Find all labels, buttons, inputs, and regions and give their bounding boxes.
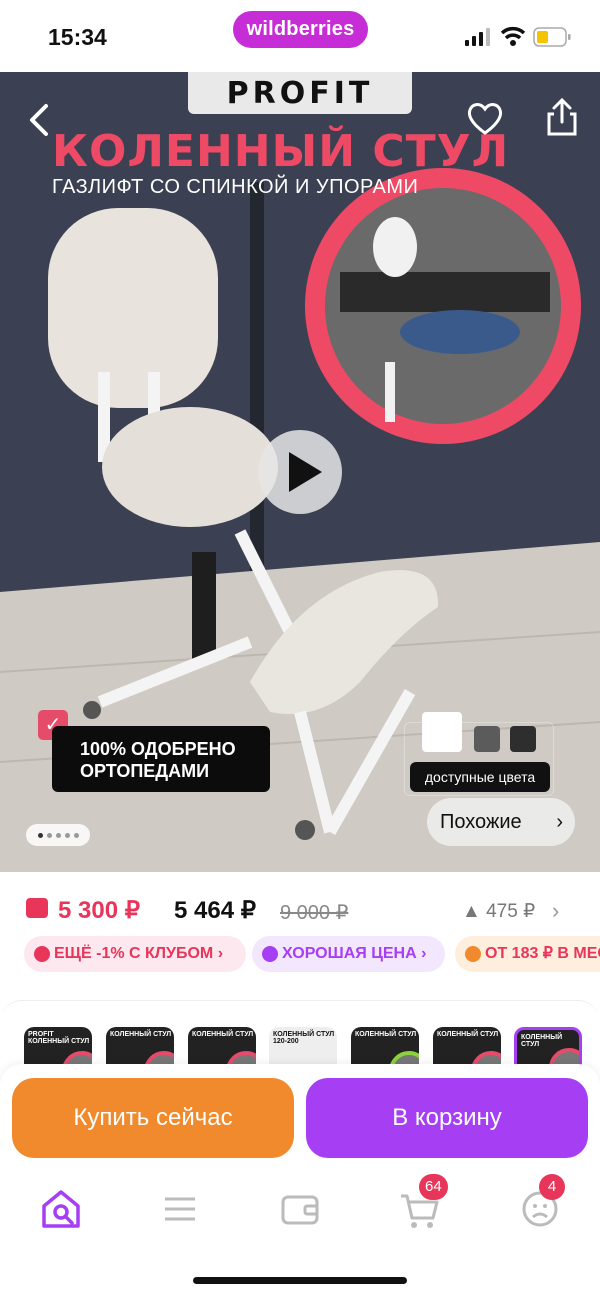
chip-label: ОТ 183 ₽ В МЕС xyxy=(485,945,600,962)
profile-badge: 4 xyxy=(539,1174,565,1200)
similar-label: Похожие xyxy=(440,811,522,833)
home-indicator[interactable] xyxy=(193,1277,407,1284)
percent-icon xyxy=(465,946,481,962)
action-bar: Купить сейчас В корзину 64 4 xyxy=(0,1064,600,1297)
price-section: 5 300 ₽ 5 464 ₽ 9 000 ₽ ▲ 475 ₽ › ЕЩЁ -1… xyxy=(0,872,600,1000)
menu-icon[interactable] xyxy=(155,1184,205,1234)
chevron-right-icon: › xyxy=(556,811,563,833)
wallet-icon xyxy=(26,898,48,918)
colors-label: доступные цвета xyxy=(410,762,550,792)
home-search-icon[interactable] xyxy=(36,1184,86,1234)
buy-now-button[interactable]: Купить сейчас xyxy=(12,1078,294,1158)
color-swatch-white[interactable] xyxy=(422,712,462,752)
signal-icon xyxy=(465,28,490,46)
color-swatch-gray[interactable] xyxy=(474,726,500,752)
gallery-pagination xyxy=(26,824,90,846)
color-swatch-dark[interactable] xyxy=(510,726,536,752)
status-bar: 15:34 wildberries xyxy=(0,0,600,72)
thumbs-up-icon xyxy=(262,946,278,962)
play-video-button[interactable] xyxy=(258,430,342,514)
share-icon[interactable] xyxy=(544,96,580,138)
chevron-right-icon[interactable]: › xyxy=(552,898,559,924)
add-to-cart-button[interactable]: В корзину xyxy=(306,1078,588,1158)
similar-button[interactable]: Похожие › xyxy=(427,798,575,846)
price-trend-value: 475 ₽ xyxy=(486,901,536,922)
app-pill[interactable]: wildberries xyxy=(233,11,368,48)
chip-installment[interactable]: ОТ 183 ₽ В МЕС xyxy=(455,936,600,972)
chip-label: ХОРОШАЯ ЦЕНА xyxy=(282,945,417,962)
back-icon[interactable] xyxy=(24,100,58,140)
brand-logo: PROFIT xyxy=(188,72,412,114)
current-price: 5 464 ₽ xyxy=(174,897,256,924)
price-trend[interactable]: ▲ 475 ₽ xyxy=(462,900,535,923)
product-gallery[interactable]: PROFIT КОЛЕННЫЙ СТУЛ ГАЗЛИФТ СО СПИНКОЙ … xyxy=(0,72,600,872)
favorite-heart-icon[interactable] xyxy=(466,100,504,136)
chip-good-price[interactable]: ХОРОШАЯ ЦЕНА › xyxy=(252,936,445,972)
wallet-price: 5 300 ₽ xyxy=(58,897,140,924)
hero-subtitle: ГАЗЛИФТ СО СПИНКОЙ И УПОРАМИ xyxy=(52,176,419,198)
approved-badge: 100% ОДОБРЕНО ОРТОПЕДАМИ xyxy=(52,726,270,792)
hero-title: КОЛЕННЫЙ СТУЛ xyxy=(52,126,510,177)
chip-club-discount[interactable]: ЕЩЁ -1% С КЛУБОМ › xyxy=(24,936,246,972)
chip-label: ЕЩЁ -1% С КЛУБОМ xyxy=(54,945,214,962)
wifi-icon xyxy=(500,26,526,46)
battery-icon xyxy=(533,27,571,47)
status-time: 15:34 xyxy=(48,24,107,50)
triangle-up-icon: ▲ xyxy=(462,901,481,922)
star-icon xyxy=(34,946,50,962)
old-price: 9 000 ₽ xyxy=(280,902,349,924)
cart-nav[interactable]: 64 xyxy=(395,1174,448,1234)
profile-nav[interactable]: 4 xyxy=(515,1174,565,1234)
cart-badge: 64 xyxy=(419,1174,448,1200)
wallet-icon[interactable] xyxy=(275,1184,325,1234)
